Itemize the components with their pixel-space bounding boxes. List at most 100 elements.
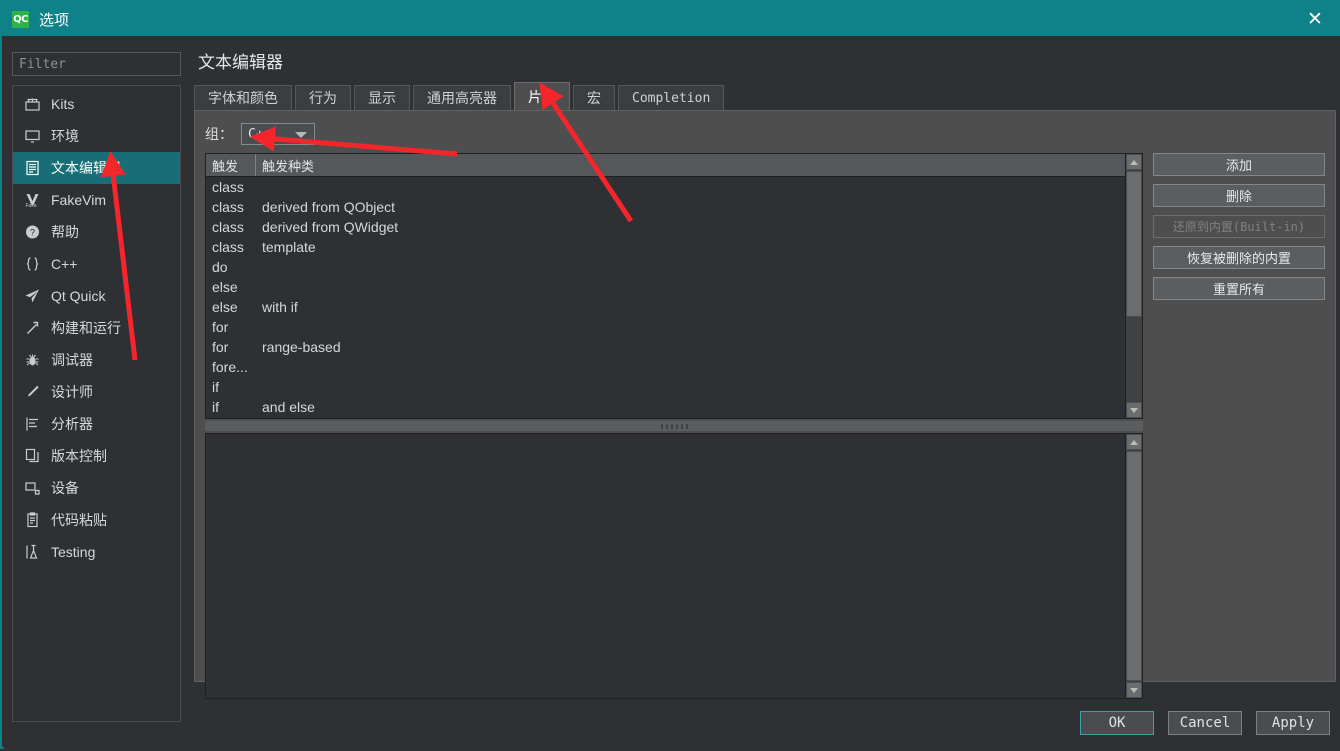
sidebar-item-label: 构建和运行 xyxy=(51,320,121,336)
tab-bar[interactable]: 字体和颜色 行为 显示 通用高亮器 片段 宏 Completion xyxy=(194,82,1336,110)
sidebar-item-3[interactable]: Fake FakeVim xyxy=(13,184,180,216)
sidebar-item-label: 调试器 xyxy=(51,352,93,368)
table-row[interactable]: else xyxy=(206,277,1142,297)
scroll-up-icon[interactable] xyxy=(1126,154,1142,170)
cell-trigger-kind xyxy=(256,317,1142,337)
sidebar-item-label: Qt Quick xyxy=(51,288,106,304)
dialog-button-bar[interactable]: OK Cancel Apply xyxy=(1080,711,1330,735)
sidebar-item-5[interactable]: C++ xyxy=(13,248,180,280)
cell-trigger: class xyxy=(212,199,244,215)
paper-plane-icon xyxy=(21,286,43,306)
sidebar-item-8[interactable]: 调试器 xyxy=(13,344,180,376)
sidebar-item-label: Kits xyxy=(51,96,75,112)
tab-6[interactable]: Completion xyxy=(618,85,725,110)
scroll-up-icon[interactable] xyxy=(1126,434,1142,450)
scroll-down-icon[interactable] xyxy=(1126,682,1142,698)
close-icon[interactable]: ✕ xyxy=(1292,2,1338,36)
sidebar-item-11[interactable]: 版本控制 xyxy=(13,440,180,472)
cell-trigger-kind xyxy=(256,177,1142,197)
snippet-action-4[interactable]: 重置所有 xyxy=(1153,277,1325,300)
cell-trigger: class xyxy=(212,219,244,235)
cell-trigger-kind: and else xyxy=(262,399,315,415)
table-row[interactable]: if and else xyxy=(206,397,1142,417)
sidebar-item-10[interactable]: 分析器 xyxy=(13,408,180,440)
table-row[interactable]: if xyxy=(206,377,1142,397)
tab-1[interactable]: 行为 xyxy=(295,85,351,110)
cell-trigger: class xyxy=(212,239,244,255)
table-body[interactable]: class class derived from QObject class deriv… xyxy=(206,177,1142,418)
tab-4[interactable]: 片段 xyxy=(514,82,570,110)
bug-icon xyxy=(21,350,43,370)
cell-trigger-kind xyxy=(256,257,1142,277)
document-icon xyxy=(21,158,43,178)
dialog-body: Kits环境文本编辑器FakeFakeVim?帮助C++Qt Quick构建和运… xyxy=(4,36,1340,749)
column-header-trigger[interactable]: 触发 xyxy=(206,154,256,176)
dialog-button-0[interactable]: OK xyxy=(1080,711,1154,735)
svg-text:?: ? xyxy=(29,228,34,238)
snippets-table[interactable]: 触发 触发种类 class class derived from QObject cl… xyxy=(205,153,1143,419)
table-row[interactable]: class derived from QWidget xyxy=(206,217,1142,237)
title-bar: QC 选项 ✕ xyxy=(2,2,1338,36)
app-icon: QC xyxy=(12,10,29,28)
tab-label: 通用高亮器 xyxy=(427,90,497,106)
table-row[interactable]: for xyxy=(206,317,1142,337)
sidebar-item-1[interactable]: 环境 xyxy=(13,120,180,152)
sidebar-item-14[interactable]: Testing xyxy=(13,536,180,568)
button-label: 还原到内置(Built-in) xyxy=(1172,220,1306,234)
table-row[interactable]: fore... xyxy=(206,357,1142,377)
tab-3[interactable]: 通用高亮器 xyxy=(413,85,511,110)
snippet-editor-scrollbar[interactable] xyxy=(1125,434,1142,698)
snippet-actions[interactable]: 添加删除还原到内置(Built-in) 恢复被删除的内置重置所有 xyxy=(1153,153,1325,300)
sidebar-item-2[interactable]: 文本编辑器 xyxy=(13,152,180,184)
tab-2[interactable]: 显示 xyxy=(354,85,410,110)
braces-icon xyxy=(21,254,43,274)
scroll-down-icon[interactable] xyxy=(1126,402,1142,418)
table-row[interactable]: do xyxy=(206,257,1142,277)
table-scrollbar[interactable] xyxy=(1125,154,1142,418)
tab-0[interactable]: 字体和颜色 xyxy=(194,85,292,110)
cell-trigger: for xyxy=(212,339,229,355)
sidebar-item-12[interactable]: 设备 xyxy=(13,472,180,504)
dialog-button-1[interactable]: Cancel xyxy=(1168,711,1242,735)
group-select-value: C++ xyxy=(248,126,272,142)
tab-label: 片段 xyxy=(528,88,556,105)
splitter-handle[interactable] xyxy=(205,421,1143,431)
button-label: Apply xyxy=(1271,715,1315,731)
sidebar-item-label: 设计师 xyxy=(51,384,93,400)
scrollbar-thumb[interactable] xyxy=(1126,451,1142,681)
cell-trigger-kind: derived from QWidget xyxy=(262,219,399,235)
cell-trigger-kind xyxy=(256,357,1142,377)
sidebar-item-6[interactable]: Qt Quick xyxy=(13,280,180,312)
window-title: 选项 xyxy=(39,11,70,29)
cell-trigger: class xyxy=(212,179,244,195)
scrollbar-thumb[interactable] xyxy=(1126,171,1142,317)
table-row[interactable]: else with if xyxy=(206,297,1142,317)
snippet-editor[interactable] xyxy=(205,433,1143,699)
table-row[interactable]: class template xyxy=(206,237,1142,257)
splitter-grip-icon xyxy=(660,423,688,429)
page-title: 文本编辑器 xyxy=(198,53,283,72)
snippet-action-1[interactable]: 删除 xyxy=(1153,184,1325,207)
sidebar-item-4[interactable]: ? 帮助 xyxy=(13,216,180,248)
sidebar-item-0[interactable]: Kits xyxy=(13,88,180,120)
cell-trigger-kind xyxy=(256,277,1142,297)
group-select[interactable]: C++ xyxy=(241,123,315,145)
sidebar-list[interactable]: Kits 环境 文本编辑器 Fake FakeVim? 帮助 C++ Qt Quick 构建和运… xyxy=(12,85,181,722)
table-row[interactable]: for range-based xyxy=(206,337,1142,357)
sidebar-item-7[interactable]: 构建和运行 xyxy=(13,312,180,344)
group-label: 组： xyxy=(205,126,233,142)
tab-5[interactable]: 宏 xyxy=(573,85,615,110)
table-row[interactable]: class derived from QObject xyxy=(206,197,1142,217)
sidebar-item-13[interactable]: 代码粘贴 xyxy=(13,504,180,536)
pencil-icon xyxy=(21,382,43,402)
snippet-action-3[interactable]: 恢复被删除的内置 xyxy=(1153,246,1325,269)
snippet-action-0[interactable]: 添加 xyxy=(1153,153,1325,176)
sidebar-item-9[interactable]: 设计师 xyxy=(13,376,180,408)
column-header-trigger-kind[interactable]: 触发种类 xyxy=(256,154,1142,176)
dialog-button-2[interactable]: Apply xyxy=(1256,711,1330,735)
sidebar-item-label: Testing xyxy=(51,544,96,560)
button-label: 恢复被删除的内置 xyxy=(1186,251,1291,266)
search-input[interactable] xyxy=(12,52,181,76)
table-row[interactable]: class xyxy=(206,177,1142,197)
snippets-tab-panel: 组： C++ 触发 触发种类 class class derived from QO… xyxy=(194,110,1336,699)
